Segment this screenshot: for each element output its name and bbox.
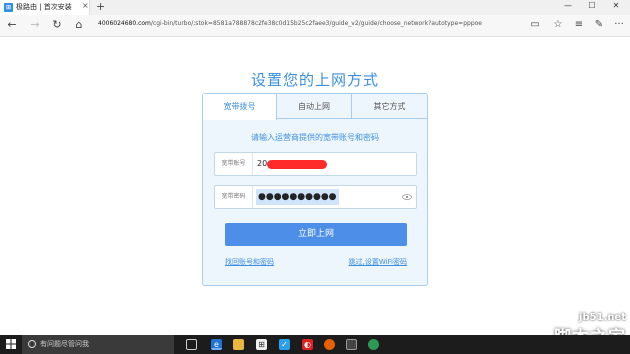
task-view-icon[interactable]: [186, 339, 197, 350]
forward-icon[interactable]: →: [28, 18, 42, 32]
close-window-button[interactable]: ✕: [606, 1, 626, 10]
tab-dhcp[interactable]: 自动上网: [277, 94, 352, 119]
url-path: /cgi-bin/turbo/;stok=8581a788878c2fe38c0…: [150, 20, 482, 27]
connect-button[interactable]: 立即上网: [225, 223, 407, 246]
weather-icon[interactable]: [368, 339, 379, 350]
reading-view-icon[interactable]: ▭: [528, 18, 542, 32]
password-field[interactable]: 宽带密码 ●●●●●●●●●●: [214, 185, 417, 209]
reload-icon[interactable]: ↻: [50, 18, 64, 32]
media-icon[interactable]: [346, 339, 357, 350]
url-host: 4006024680.com: [98, 20, 151, 27]
watermark-site: jb51.net: [579, 312, 626, 323]
maximize-button[interactable]: ☐: [582, 1, 602, 10]
tab-pppoe[interactable]: 宽带拨号: [203, 94, 277, 120]
edge-icon[interactable]: e: [211, 339, 222, 350]
new-tab-button[interactable]: +: [96, 0, 105, 14]
home-icon[interactable]: ⌂: [72, 18, 86, 32]
favorite-star-icon[interactable]: ☆: [551, 18, 565, 32]
taskbar: 有问题尽管问我 e ⊞ ✓ ◐: [0, 335, 630, 354]
netease-icon[interactable]: ◐: [302, 339, 313, 350]
tab-title: 极路由 | 首次安装: [16, 3, 72, 11]
password-value: ●●●●●●●●●●: [256, 189, 339, 205]
windows-logo-icon[interactable]: [0, 335, 22, 354]
url-input[interactable]: 4006024680.com/cgi-bin/turbo/;stok=8581a…: [98, 20, 482, 27]
more-icon[interactable]: ···: [612, 18, 626, 32]
firefox-icon[interactable]: [324, 339, 335, 350]
minimize-button[interactable]: —: [558, 1, 578, 10]
app-icon[interactable]: ✓: [279, 339, 290, 350]
account-label: 宽带账号: [215, 153, 253, 175]
browser-tab[interactable]: ⊞ 极路由 | 首次安装 ×: [0, 0, 90, 15]
explorer-icon[interactable]: [233, 339, 244, 350]
redaction-mark: [267, 160, 327, 169]
password-label: 宽带密码: [215, 186, 253, 208]
hub-icon[interactable]: ≡: [572, 18, 586, 32]
tab-other[interactable]: 其它方式: [352, 94, 427, 119]
search-placeholder: 有问题尽管问我: [40, 340, 89, 348]
close-tab-icon[interactable]: ×: [82, 1, 89, 10]
web-note-icon[interactable]: ✎: [592, 18, 606, 32]
cortana-search[interactable]: 有问题尽管问我: [22, 335, 174, 354]
account-field[interactable]: 宽带账号 20: [214, 152, 417, 176]
browser-tab-strip: ⊞ 极路由 | 首次安装 × + — ☐ ✕: [0, 0, 630, 15]
store-icon[interactable]: ⊞: [256, 339, 267, 350]
network-setup-panel: 宽带拨号 自动上网 其它方式 请输入运营商提供的宽带账号和密码 宽带账号 20 …: [202, 93, 428, 286]
account-value: 20: [257, 159, 268, 168]
skip-set-wifi-link[interactable]: 跳过,设置WiFi密码: [349, 257, 407, 267]
address-bar: ← → ↻ ⌂ 4006024680.com/cgi-bin/turbo/;st…: [0, 15, 630, 37]
instruction-text: 请输入运营商提供的宽带账号和密码: [251, 133, 379, 142]
page-title: 设置您的上网方式: [250, 71, 379, 89]
eye-icon[interactable]: [402, 192, 412, 202]
back-icon[interactable]: ←: [5, 18, 19, 32]
cortana-icon: [28, 340, 36, 348]
method-tabs: 宽带拨号 自动上网 其它方式: [203, 94, 427, 120]
recover-account-link[interactable]: 找回账号和密码: [225, 257, 274, 267]
favicon-icon: ⊞: [4, 3, 13, 12]
